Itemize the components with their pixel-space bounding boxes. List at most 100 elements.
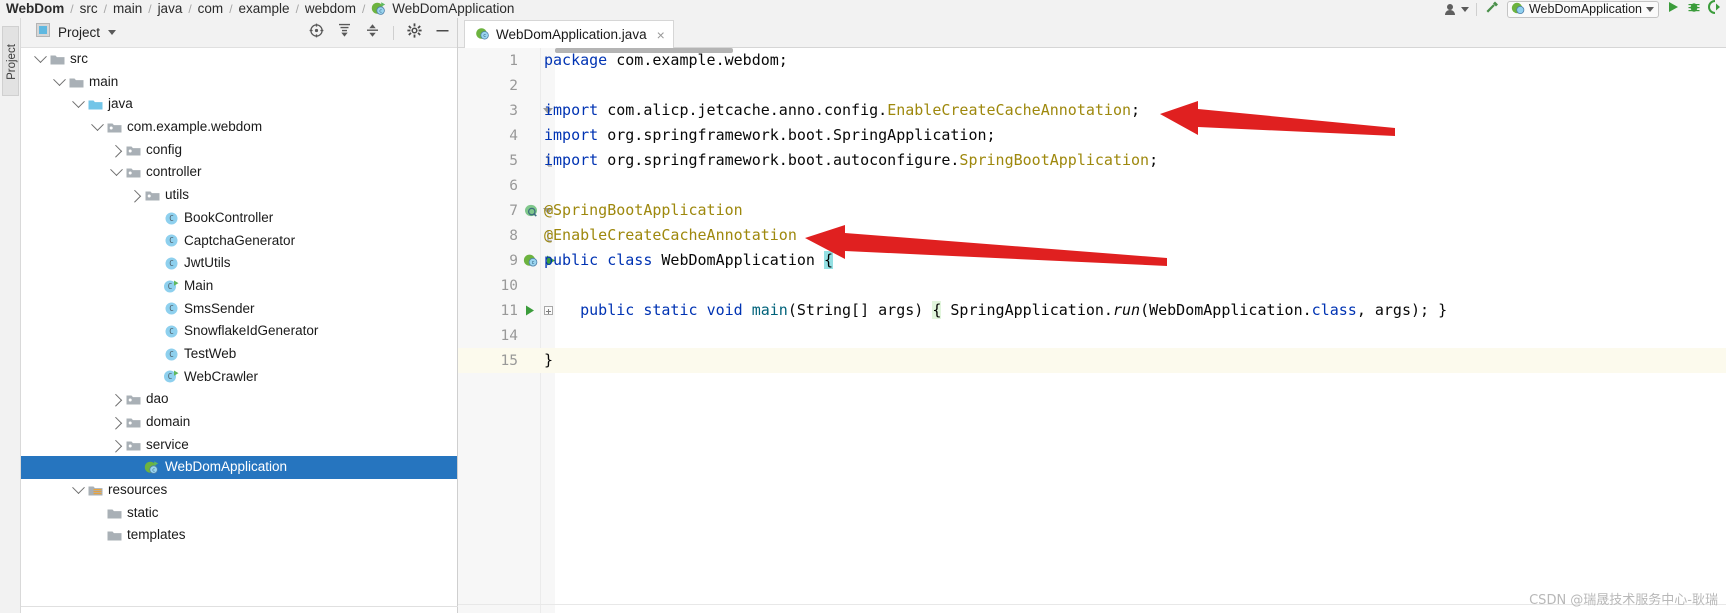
tree-row[interactable]: dao bbox=[21, 388, 457, 411]
breadcrumb-separator: / bbox=[188, 2, 192, 16]
code-line[interactable]: 15} bbox=[458, 348, 1726, 373]
code-line[interactable]: 11 public static void main(String[] args… bbox=[458, 298, 1726, 323]
code-line-text: @EnableCreateCacheAnnotation bbox=[544, 223, 797, 248]
code-token: } bbox=[544, 351, 554, 369]
tree-row[interactable]: java bbox=[21, 93, 457, 116]
left-tool-window-bar: Project bbox=[0, 18, 21, 613]
code-line[interactable]: 2 bbox=[458, 73, 1726, 98]
code-line[interactable]: 14 bbox=[458, 323, 1726, 348]
hide-panel-icon[interactable] bbox=[435, 23, 450, 43]
code-lines[interactable]: 1 package com.example.webdom; 2 3 import com… bbox=[458, 48, 1726, 613]
tree-row[interactable]: c WebDomApplication bbox=[21, 456, 457, 480]
run-configuration-selector[interactable]: WebDomApplication bbox=[1506, 0, 1659, 18]
chevron-down-icon[interactable] bbox=[90, 118, 105, 132]
run-icon[interactable] bbox=[1666, 0, 1680, 19]
breadcrumb-item-src[interactable]: src bbox=[80, 0, 98, 18]
breadcrumb-item-com[interactable]: com bbox=[198, 0, 224, 18]
chevron-down-icon[interactable] bbox=[109, 163, 124, 177]
tree-row[interactable]: C SmsSender bbox=[21, 298, 457, 321]
collapse-all-icon[interactable] bbox=[365, 23, 380, 43]
expand-all-icon[interactable] bbox=[337, 23, 352, 43]
java-class-icon: C bbox=[162, 256, 181, 271]
chevron-right-icon[interactable] bbox=[128, 189, 143, 203]
chevron-down-icon[interactable] bbox=[108, 30, 117, 35]
breadcrumb-item-webdom[interactable]: webdom bbox=[305, 0, 356, 18]
chevron-down-icon[interactable] bbox=[71, 481, 86, 495]
code-line[interactable]: 6 bbox=[458, 173, 1726, 198]
code-line[interactable]: 9 c public class WebDomApplication { bbox=[458, 248, 1726, 273]
chevron-down-icon[interactable] bbox=[33, 50, 48, 64]
tree-node-label: com.example.webdom bbox=[127, 119, 263, 135]
line-number: 15 bbox=[500, 352, 518, 369]
select-opened-file-icon[interactable] bbox=[309, 23, 324, 43]
breadcrumb-item-java[interactable]: java bbox=[158, 0, 183, 18]
tree-node-label: BookController bbox=[184, 209, 274, 225]
tree-row[interactable]: C WebCrawler bbox=[21, 366, 457, 389]
code-line[interactable]: 5 import org.springframework.boot.autocon… bbox=[458, 148, 1726, 173]
chevron-down-icon[interactable] bbox=[1646, 6, 1654, 12]
svg-text:c: c bbox=[379, 8, 382, 14]
tree-row[interactable]: com.example.webdom bbox=[21, 116, 457, 139]
code-token: SpringBootApplication bbox=[959, 151, 1150, 169]
chevron-down-icon[interactable] bbox=[1460, 6, 1469, 12]
code-line[interactable]: 1 package com.example.webdom; bbox=[458, 48, 1726, 73]
tree-row[interactable]: C TestWeb bbox=[21, 343, 457, 366]
panel-bottom-divider bbox=[21, 606, 458, 607]
code-line[interactable]: 4 import org.springframework.boot.SpringA… bbox=[458, 123, 1726, 148]
tree-row[interactable]: service bbox=[21, 434, 457, 457]
breadcrumb-item-webdomapplication[interactable]: c WebDomApplication bbox=[371, 0, 514, 18]
code-token: org.springframework.boot.SpringApplicati… bbox=[607, 126, 996, 144]
settings-gear-icon[interactable] bbox=[407, 23, 422, 43]
code-line[interactable]: 10 bbox=[458, 273, 1726, 298]
breadcrumb-item-webdom[interactable]: WebDom bbox=[6, 0, 64, 18]
breadcrumb-item-example[interactable]: example bbox=[239, 0, 290, 18]
tree-row[interactable]: C CaptchaGenerator bbox=[21, 230, 457, 253]
java-class-icon: C bbox=[162, 347, 181, 362]
chevron-right-icon[interactable] bbox=[109, 439, 124, 453]
code-editor[interactable]: 1 package com.example.webdom; 2 3 import com… bbox=[458, 48, 1726, 613]
tree-row[interactable]: utils bbox=[21, 184, 457, 207]
project-tree[interactable]: src main java com.example.webdom config contr… bbox=[21, 48, 457, 613]
run-icon[interactable] bbox=[523, 304, 536, 317]
chevron-down-icon[interactable] bbox=[71, 95, 86, 109]
tree-node-label: controller bbox=[146, 164, 202, 180]
code-token: @SpringBootApplication bbox=[544, 201, 743, 219]
tree-row[interactable]: templates bbox=[21, 524, 457, 547]
chevron-right-icon[interactable] bbox=[109, 416, 124, 430]
tree-row[interactable]: config bbox=[21, 139, 457, 162]
debug-icon[interactable] bbox=[1687, 0, 1701, 19]
tree-row[interactable]: domain bbox=[21, 411, 457, 434]
line-number: 1 bbox=[509, 52, 518, 69]
spring-boot-icon[interactable]: c bbox=[523, 253, 541, 268]
code-line[interactable]: 8 @EnableCreateCacheAnnotation bbox=[458, 223, 1726, 248]
line-number: 14 bbox=[500, 327, 518, 344]
code-line-text: } bbox=[544, 348, 553, 373]
user-icon[interactable] bbox=[1444, 3, 1469, 16]
code-line-text: import com.alicp.jetcache.anno.config.En… bbox=[544, 98, 1140, 123]
hammer-icon[interactable] bbox=[1484, 0, 1500, 19]
tree-node-label: dao bbox=[146, 391, 169, 407]
breadcrumb-item-main[interactable]: main bbox=[113, 0, 142, 18]
chevron-right-icon[interactable] bbox=[109, 144, 124, 158]
chevron-right-icon[interactable] bbox=[109, 393, 124, 407]
close-icon[interactable]: × bbox=[657, 27, 665, 43]
tree-row[interactable]: C JwtUtils bbox=[21, 252, 457, 275]
tree-row[interactable]: main bbox=[21, 71, 457, 94]
tree-row[interactable]: src bbox=[21, 48, 457, 71]
tree-row[interactable]: controller bbox=[21, 161, 457, 184]
tree-row[interactable]: C BookController bbox=[21, 207, 457, 230]
code-line-text: package com.example.webdom; bbox=[544, 48, 788, 73]
code-line[interactable]: 7 @SpringBootApplication bbox=[458, 198, 1726, 223]
tool-window-button-project[interactable]: Project bbox=[2, 26, 19, 96]
tree-row[interactable]: resources bbox=[21, 479, 457, 502]
spring-class-icon: c bbox=[475, 26, 490, 44]
tree-node-label: src bbox=[70, 51, 88, 66]
tree-row[interactable]: C Main bbox=[21, 275, 457, 298]
editor-tab-webdomapplication[interactable]: c WebDomApplication.java × bbox=[464, 20, 674, 48]
tree-row[interactable]: static bbox=[21, 502, 457, 525]
spring-bean-icon[interactable] bbox=[523, 203, 540, 218]
tree-row[interactable]: C SnowflakeIdGenerator bbox=[21, 320, 457, 343]
code-line[interactable]: 3 import com.alicp.jetcache.anno.config.E… bbox=[458, 98, 1726, 123]
run-with-coverage-icon[interactable] bbox=[1708, 0, 1722, 19]
chevron-down-icon[interactable] bbox=[52, 72, 67, 87]
